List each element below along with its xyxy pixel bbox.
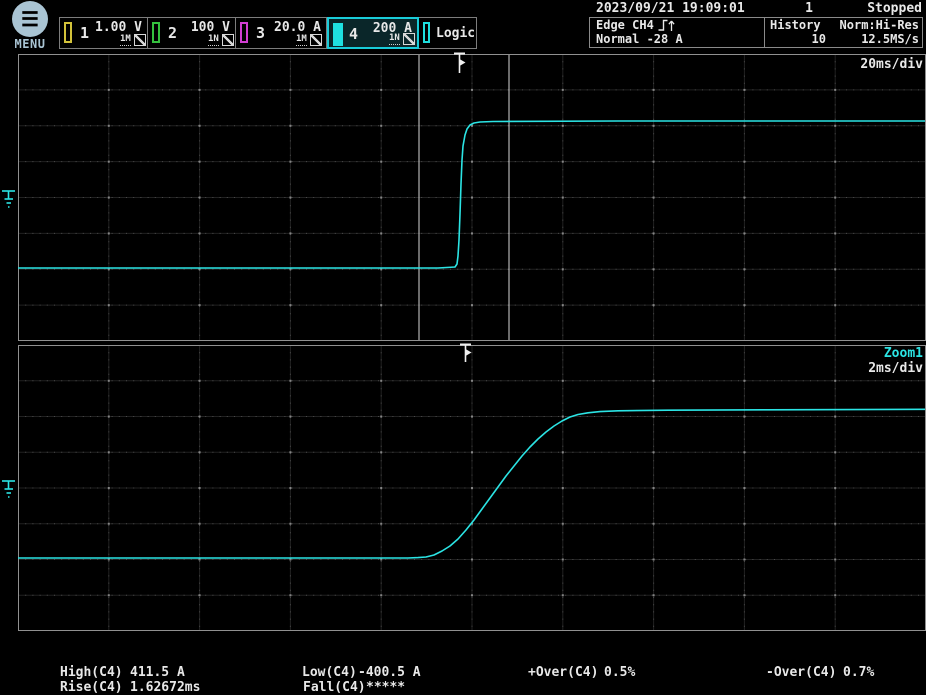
channel-1-scale: 1.00 V: [95, 20, 142, 35]
measure-high-value: 411.5 A: [130, 665, 185, 680]
zoom-grid: [18, 345, 926, 631]
channel-2-color-chip: [152, 22, 160, 43]
channel-1-box[interactable]: 1 1.00 V 1M: [59, 17, 148, 49]
datetime: 2023/09/21 19:09:01: [596, 1, 745, 16]
main-timebase-label: 20ms/div: [860, 57, 923, 72]
channel-3-box[interactable]: 3 20.0 A 1M: [236, 17, 327, 49]
measure-rise-label: Rise(C4): [60, 680, 123, 695]
trigger-mode-level: Normal -28 A: [596, 32, 683, 47]
ch4-ground-level-icon-zoom[interactable]: [1, 475, 17, 501]
channel-3-scale: 20.0 A: [274, 20, 321, 35]
channel-1-color-chip: [64, 22, 72, 43]
panel-divider: [764, 18, 765, 47]
channel-4-number: 4: [349, 25, 358, 43]
measure-fall-value: *****: [366, 680, 405, 695]
zoom-timebase-label: 2ms/div: [868, 361, 923, 376]
channel-3-number: 3: [256, 24, 265, 42]
channel-4-coupling-icon: 1N: [389, 33, 400, 45]
channel-2-coupling-icon: 1N: [208, 34, 219, 46]
main-graticule: [18, 54, 926, 341]
channel-3-coupling-icon: 1M: [296, 34, 307, 46]
trigger-position-marker-main[interactable]: [452, 52, 468, 75]
run-state: Stopped: [867, 1, 922, 16]
logic-color-chip: [423, 22, 430, 43]
channel-1-coupling-icon: 1M: [120, 34, 131, 46]
zoom-graticule: [18, 345, 926, 631]
channel-strip: 1 1.00 V 1M 2 100 V 1N 3 20.0 A 1M: [59, 17, 477, 49]
channel-2-scale: 100 V: [191, 20, 230, 35]
measure-nover-label: -Over(C4): [766, 665, 836, 680]
channel-2-box[interactable]: 2 100 V 1N: [148, 17, 236, 49]
menu-button-label: MENU: [11, 37, 49, 51]
menu-icon: ☰: [12, 1, 48, 37]
channel-2-number: 2: [168, 24, 177, 42]
acquisition-count: 1: [785, 1, 813, 16]
channel-3-probe-icon: [310, 34, 322, 46]
oscilloscope-screen: ☰ MENU 1 1.00 V 1M 2 100 V 1N 3 20.0: [0, 0, 926, 695]
measure-rise-value: 1.62672ms: [130, 680, 200, 695]
measure-pover-label: +Over(C4): [528, 665, 598, 680]
logic-box[interactable]: Logic: [419, 17, 477, 49]
measure-high-label: High(C4): [60, 665, 123, 680]
main-grid: [18, 54, 926, 341]
channel-4-color-chip: [333, 23, 343, 46]
measure-nover-value: 0.7%: [843, 665, 874, 680]
rising-edge-icon: [658, 19, 675, 32]
sample-rate: 12.5MS/s: [861, 32, 919, 47]
ch4-ground-level-icon-main[interactable]: [1, 185, 17, 211]
history-label[interactable]: History: [770, 18, 821, 33]
channel-1-number: 1: [80, 24, 89, 42]
trigger-type: Edge CH4: [596, 18, 654, 33]
menu-button[interactable]: ☰ MENU: [11, 1, 49, 53]
measure-fall-label: Fall(C4): [303, 680, 366, 695]
zoom-title-label: Zoom1: [884, 346, 923, 361]
measure-low-label: Low(C4): [302, 665, 357, 680]
trigger-acquisition-panel: Edge CH4 Normal -28 A History Norm:Hi-Re…: [589, 17, 923, 48]
channel-3-color-chip: [240, 22, 248, 43]
channel-4-probe-icon: [403, 33, 415, 45]
measure-pover-value: 0.5%: [604, 665, 635, 680]
history-value: 10: [796, 32, 826, 47]
trigger-position-marker-zoom[interactable]: [458, 343, 474, 364]
channel-4-box[interactable]: 4 200 A 1N: [327, 17, 419, 49]
trigger-settings[interactable]: Edge CH4: [596, 18, 675, 33]
channel-1-probe-icon: [134, 34, 146, 46]
measure-low-value: -400.5 A: [358, 665, 421, 680]
channel-2-probe-icon: [222, 34, 234, 46]
logic-label: Logic: [436, 26, 475, 41]
acquisition-mode: Norm:Hi-Res: [840, 18, 919, 33]
